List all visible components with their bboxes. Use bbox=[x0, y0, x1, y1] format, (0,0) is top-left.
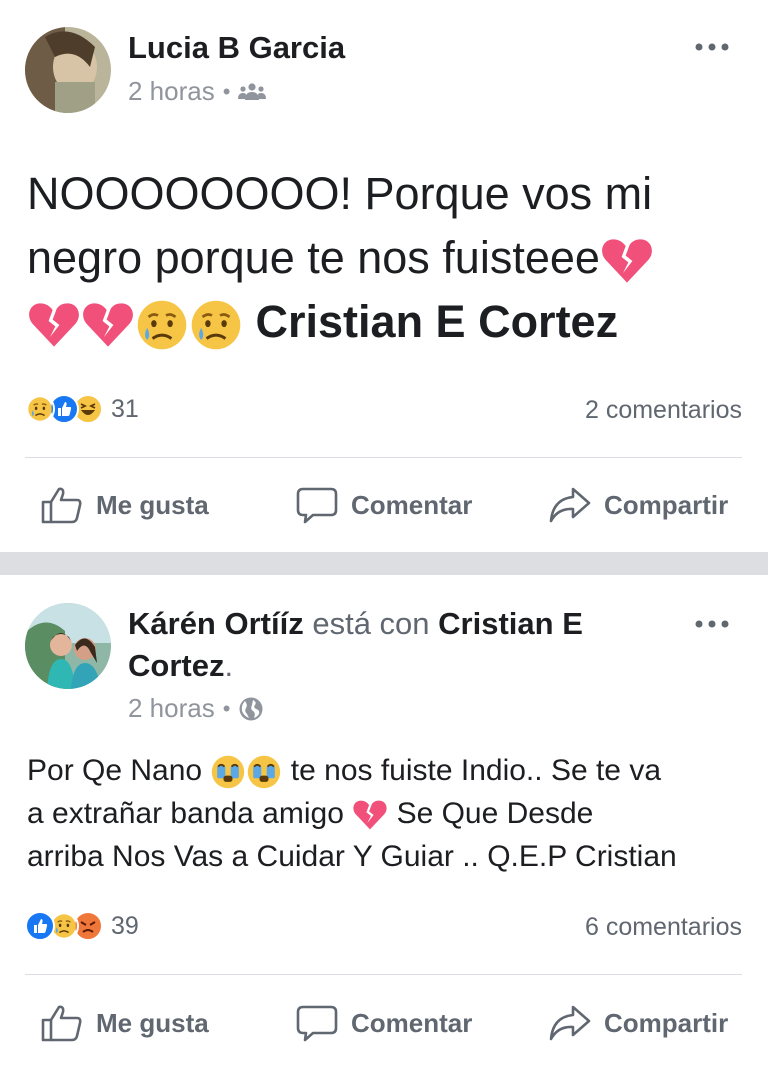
loudly-crying-face-icon bbox=[210, 754, 246, 790]
reaction-summary: 39 6 comentarios bbox=[25, 911, 742, 945]
action-bar: Me gusta Comentar Compartir bbox=[0, 988, 768, 1058]
like-button[interactable]: Me gusta bbox=[40, 470, 209, 540]
share-arrow-icon bbox=[549, 487, 591, 523]
more-options-icon[interactable] bbox=[694, 617, 730, 629]
author-name[interactable]: Lucia B Garcia bbox=[128, 27, 345, 69]
share-button[interactable]: Compartir bbox=[548, 988, 728, 1058]
globe-icon bbox=[238, 696, 264, 722]
like-label: Me gusta bbox=[96, 1007, 209, 1038]
reaction-summary: 31 2 comentarios bbox=[25, 394, 742, 428]
comment-count-link[interactable]: 2 comentarios bbox=[585, 396, 742, 425]
loudly-crying-face-icon bbox=[246, 754, 282, 790]
reaction-count: 39 bbox=[111, 911, 139, 940]
with-text: está con bbox=[312, 606, 430, 641]
author-name[interactable]: Kárén Ortííz bbox=[128, 606, 304, 641]
comment-button[interactable]: Comentar bbox=[295, 470, 472, 540]
like-reaction-icon bbox=[25, 911, 55, 941]
post-card: Lucia B Garcia 2 horas • NOOOOOOOO! Porq… bbox=[0, 0, 768, 552]
share-button[interactable]: Compartir bbox=[548, 470, 728, 540]
broken-heart-icon bbox=[81, 298, 135, 352]
reactions-button[interactable]: 39 bbox=[25, 911, 139, 941]
more-options-icon[interactable] bbox=[694, 40, 730, 52]
friends-icon bbox=[238, 82, 267, 102]
broken-heart-icon bbox=[600, 234, 654, 288]
post-time[interactable]: 2 horas bbox=[128, 76, 215, 107]
divider bbox=[25, 974, 742, 975]
feed-separator bbox=[0, 552, 768, 575]
post-text-segment: te nos fuiste Indio.. Se te va bbox=[290, 754, 662, 787]
comment-count-link[interactable]: 6 comentarios bbox=[585, 913, 742, 942]
sad-tear-face-icon bbox=[189, 298, 243, 352]
post-text-segment: arriba Nos Vas a Cuidar Y Guiar .. Q.E.P… bbox=[27, 840, 677, 873]
post-meta: 2 horas • bbox=[128, 76, 267, 107]
avatar[interactable] bbox=[25, 603, 111, 689]
meta-separator: • bbox=[222, 78, 231, 104]
post-text: Por Qe Nano te nos fuiste Indio.. Se te … bbox=[27, 749, 744, 878]
comment-bubble-icon bbox=[296, 1005, 338, 1042]
post-text-line: negro porque te nos fuisteee bbox=[27, 232, 600, 283]
broken-heart-icon bbox=[27, 298, 81, 352]
comment-button[interactable]: Comentar bbox=[295, 988, 472, 1058]
like-label: Me gusta bbox=[96, 489, 209, 520]
comment-label: Comentar bbox=[351, 489, 473, 520]
like-button[interactable]: Me gusta bbox=[40, 988, 209, 1058]
author-header: Kárén Ortííz está con Cristian E Cortez. bbox=[128, 603, 583, 687]
post-text-segment: Por Qe Nano bbox=[27, 754, 203, 787]
sad-reaction-icon bbox=[25, 394, 55, 424]
action-bar: Me gusta Comentar Compartir bbox=[0, 470, 768, 540]
post-meta: 2 horas • bbox=[128, 693, 264, 724]
tagged-person-link[interactable]: Cristian E bbox=[438, 606, 583, 641]
period: . bbox=[224, 648, 234, 683]
reactions-button[interactable]: 31 bbox=[25, 394, 139, 424]
share-label: Compartir bbox=[604, 1007, 729, 1038]
sad-tear-face-icon bbox=[135, 298, 189, 352]
avatar[interactable] bbox=[25, 27, 111, 113]
meta-separator: • bbox=[222, 695, 231, 721]
tagged-person-link[interactable]: Cortez bbox=[128, 648, 224, 683]
comment-label: Comentar bbox=[351, 1007, 473, 1038]
comment-bubble-icon bbox=[296, 487, 338, 524]
post-card: Kárén Ortííz está con Cristian E Cortez.… bbox=[0, 575, 768, 1067]
post-text-line: NOOOOOOOO! Porque vos mi bbox=[27, 168, 653, 219]
broken-heart-icon bbox=[352, 797, 388, 833]
post-time[interactable]: 2 horas bbox=[128, 693, 215, 724]
post-text-segment: a extrañar banda amigo bbox=[27, 797, 344, 830]
share-label: Compartir bbox=[604, 489, 729, 520]
post-text: NOOOOOOOO! Porque vos mi negro porque te… bbox=[27, 162, 744, 354]
share-arrow-icon bbox=[549, 1005, 591, 1041]
thumbs-up-icon bbox=[41, 487, 82, 524]
tagged-person-link[interactable]: Cristian E Cortez bbox=[256, 296, 619, 347]
post-text-segment: Se Que Desde bbox=[396, 797, 594, 830]
reaction-count: 31 bbox=[111, 394, 139, 423]
thumbs-up-icon bbox=[41, 1005, 82, 1042]
divider bbox=[25, 457, 742, 458]
